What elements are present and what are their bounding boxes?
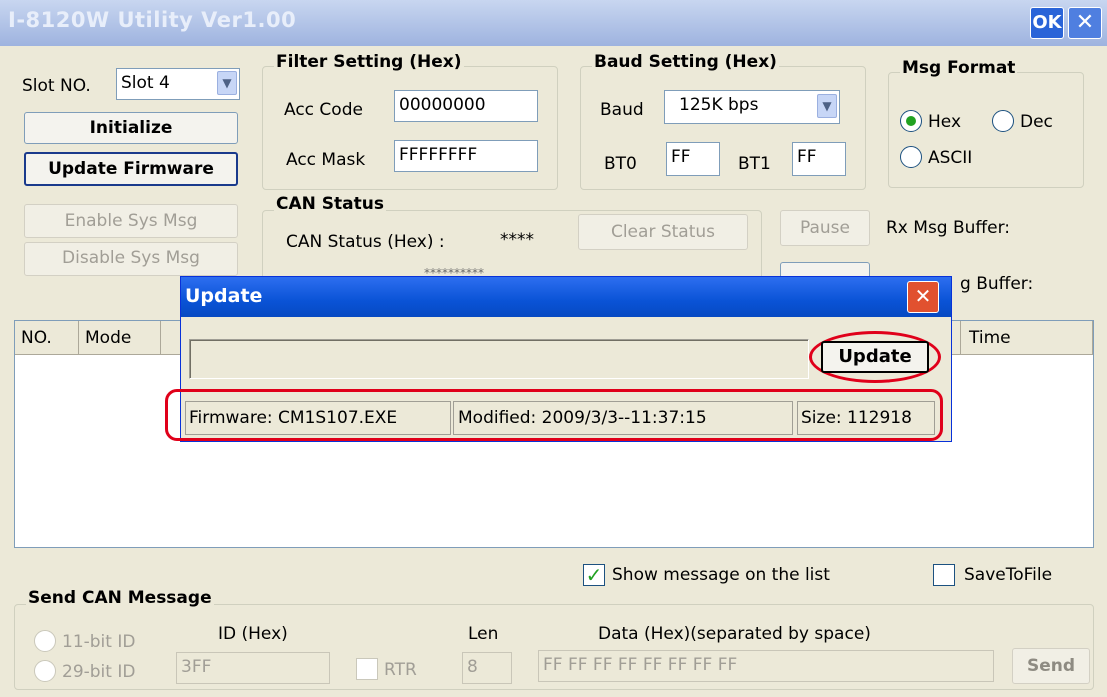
baud-label: Baud bbox=[600, 100, 644, 120]
msg-format-title: Msg Format bbox=[900, 58, 1018, 78]
len-input[interactable]: 8 bbox=[462, 652, 512, 684]
bit29-radio[interactable] bbox=[34, 660, 56, 682]
bt1-label: BT1 bbox=[738, 154, 771, 174]
window-title: I-8120W Utility Ver1.00 bbox=[8, 8, 297, 32]
acc-code-input[interactable]: 00000000 bbox=[394, 90, 538, 122]
send-button[interactable]: Send bbox=[1012, 648, 1090, 684]
bit29-label: 29-bit ID bbox=[62, 662, 136, 682]
acc-code-label: Acc Code bbox=[284, 100, 363, 120]
can-status-label: CAN Status (Hex) : bbox=[286, 232, 445, 252]
baud-select[interactable]: 125K bps ▼ bbox=[664, 90, 840, 124]
show-message-checkbox[interactable]: ✓ bbox=[583, 564, 605, 586]
chevron-down-icon[interactable]: ▼ bbox=[217, 71, 237, 95]
firmware-size: Size: 112918 bbox=[797, 401, 935, 435]
send-can-title: Send CAN Message bbox=[26, 588, 214, 608]
hex-radio[interactable] bbox=[900, 110, 922, 132]
rx-buffer-label: Rx Msg Buffer: bbox=[886, 218, 1011, 238]
enable-sys-msg-button[interactable]: Enable Sys Msg bbox=[24, 204, 238, 238]
title-bar: I-8120W Utility Ver1.00 OK ✕ bbox=[0, 0, 1107, 46]
filter-title: Filter Setting (Hex) bbox=[274, 52, 464, 72]
firmware-path-field[interactable] bbox=[189, 339, 809, 379]
id-label: ID (Hex) bbox=[218, 624, 288, 644]
update-dialog: Update ✕ Update Firmware: CM1S107.EXE Mo… bbox=[165, 276, 952, 442]
baud-select-value: 125K bps bbox=[679, 95, 759, 115]
tx-buffer-label: g Buffer: bbox=[960, 274, 1034, 294]
clear-status-button[interactable]: Clear Status bbox=[578, 214, 748, 250]
acc-mask-label: Acc Mask bbox=[286, 150, 366, 170]
initialize-button[interactable]: Initialize bbox=[24, 112, 238, 144]
data-input[interactable]: FF FF FF FF FF FF FF FF bbox=[538, 650, 994, 682]
bit11-radio[interactable] bbox=[34, 630, 56, 652]
slot-label: Slot NO. bbox=[22, 76, 91, 96]
ascii-radio[interactable] bbox=[900, 146, 922, 168]
chevron-down-icon[interactable]: ▼ bbox=[817, 94, 837, 118]
len-label: Len bbox=[468, 624, 499, 644]
column-mode[interactable]: Mode bbox=[79, 321, 161, 355]
close-button[interactable]: ✕ bbox=[1068, 7, 1102, 39]
bt0-label: BT0 bbox=[604, 154, 637, 174]
show-message-label: Show message on the list bbox=[612, 565, 830, 585]
save-to-file-label: SaveToFile bbox=[964, 565, 1053, 585]
dec-label: Dec bbox=[1020, 112, 1053, 132]
bit11-label: 11-bit ID bbox=[62, 632, 136, 652]
hex-label: Hex bbox=[928, 112, 962, 132]
id-input[interactable]: 3FF bbox=[176, 652, 330, 684]
slot-select-value: Slot 4 bbox=[121, 73, 170, 93]
column-no[interactable]: NO. bbox=[15, 321, 79, 355]
dialog-update-button[interactable]: Update bbox=[821, 341, 929, 373]
bt0-input[interactable]: FF bbox=[666, 142, 720, 176]
save-to-file-checkbox[interactable] bbox=[933, 564, 955, 586]
firmware-modified: Modified: 2009/3/3--11:37:15 bbox=[453, 401, 793, 435]
dialog-close-button[interactable]: ✕ bbox=[907, 281, 939, 313]
update-firmware-button[interactable]: Update Firmware bbox=[24, 152, 238, 186]
can-status-value: **** bbox=[500, 230, 534, 250]
baud-title: Baud Setting (Hex) bbox=[592, 52, 779, 72]
can-status-title: CAN Status bbox=[274, 194, 386, 214]
data-label: Data (Hex)(separated by space) bbox=[598, 624, 871, 644]
msg-format-group bbox=[888, 72, 1084, 188]
dec-radio[interactable] bbox=[992, 110, 1014, 132]
rtr-label: RTR bbox=[384, 660, 417, 680]
rtr-checkbox[interactable] bbox=[356, 658, 378, 680]
pause-button[interactable]: Pause bbox=[780, 210, 870, 246]
firmware-name: Firmware: CM1S107.EXE bbox=[185, 401, 451, 435]
bt1-input[interactable]: FF bbox=[792, 142, 846, 176]
ascii-label: ASCII bbox=[928, 148, 973, 168]
slot-select[interactable]: Slot 4 ▼ bbox=[116, 68, 240, 100]
dialog-title: Update bbox=[185, 285, 263, 307]
column-time[interactable]: Time bbox=[961, 321, 1093, 355]
dialog-title-bar: Update ✕ bbox=[181, 277, 951, 317]
acc-mask-input[interactable]: FFFFFFFF bbox=[394, 140, 538, 172]
ok-button[interactable]: OK bbox=[1030, 7, 1064, 39]
disable-sys-msg-button[interactable]: Disable Sys Msg bbox=[24, 242, 238, 276]
